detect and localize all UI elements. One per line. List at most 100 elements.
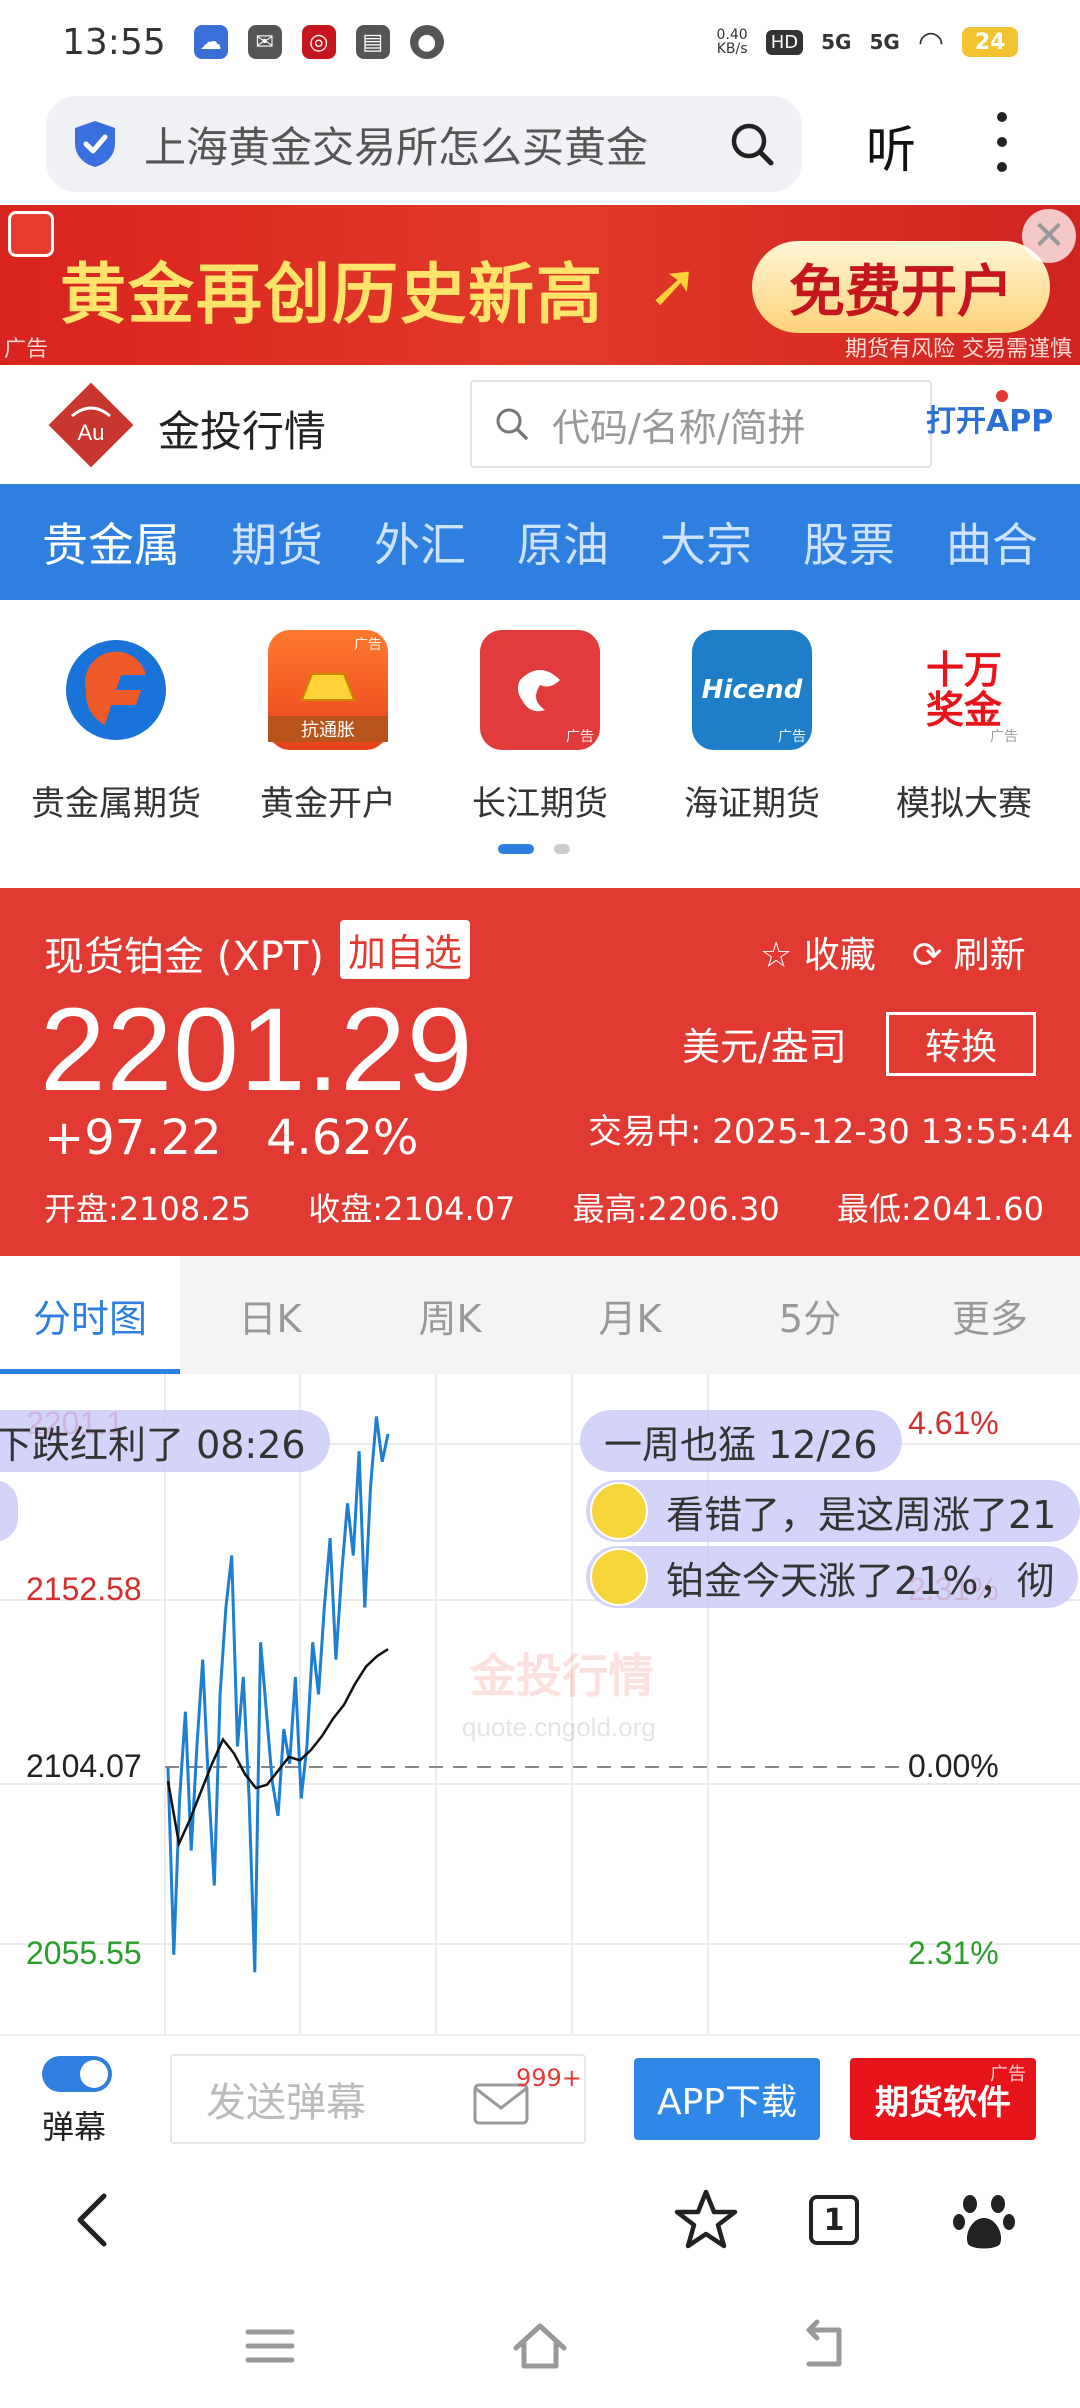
search-icon [496,408,528,440]
category-tab[interactable]: 曲合 [946,509,1038,575]
category-tab[interactable]: 原油 [517,509,609,575]
y-axis-pct-label: 2.31% [908,1935,999,1971]
open-app-button[interactable]: 打开APP [926,396,1053,440]
trading-status: 交易中: 2025-12-30 13:55:44 [588,1112,1074,1152]
bank-icon: ◎ [301,25,336,59]
hicend-icon: Hicend 广告 [692,630,812,750]
y-axis-pct-label: 0.00% [908,1748,999,1784]
shortcut-simulation-contest[interactable]: 十万奖金 广告 模拟大赛 [859,630,1069,830]
add-watchlist-button[interactable]: 加自选 [340,920,471,979]
precious-metal-futures-icon: 广告 [56,630,176,750]
tabs-button[interactable]: 1 [800,2186,868,2254]
watermark: 金投行情 [469,1649,654,1703]
svg-text:Au: Au [78,420,105,445]
dragon-icon: 广告 [480,630,600,750]
chart-tabs: 分时图 日K 周K 月K 5分 更多 [0,1256,1080,1374]
ad-cta-button[interactable]: 免费开户 [752,241,1050,333]
price-change-percent: 4.62% [266,1110,419,1166]
quote-card: 现货铂金 (XPT) 加自选 ☆ 收藏 ⟳ 刷新 2201.29 美元/盎司 转… [0,888,1080,1256]
browser-address-bar: 上海黄金交易所怎么买黄金 听 [0,92,1080,198]
search-icon[interactable] [728,120,776,168]
chart-tab[interactable]: 日K [180,1256,360,1374]
back-gesture-icon[interactable] [795,2316,855,2376]
refresh-button[interactable]: ⟳ 刷新 [912,926,1026,978]
baidu-paw-icon[interactable] [950,2186,1018,2254]
intraday-chart[interactable]: 金投行情quote.cngold.org2201.12152.582104.07… [0,1374,1080,2034]
search-placeholder: 代码/名称/简拼 [552,405,806,450]
notification-dot [996,390,1008,402]
ohlc-row: 开盘:2108.25 收盘:2104.07 最高:2206.30 最低:2041… [44,1184,1044,1230]
category-tab[interactable]: 外汇 [374,509,466,575]
avatar [590,1548,648,1606]
chart-tab[interactable]: 月K [540,1256,720,1374]
category-tab[interactable]: 大宗 [660,509,752,575]
high-price: 最高:2206.30 [572,1190,780,1228]
back-icon[interactable] [60,2186,128,2254]
switch-unit-button[interactable]: 转换 [886,1012,1036,1076]
wifi-icon: ◠ [917,24,944,60]
last-price: 2201.29 [40,984,474,1116]
bookmark-star-icon[interactable] [672,2186,740,2254]
menu-icon[interactable] [240,2316,300,2376]
wallet-icon: ▤ [355,25,390,59]
ad-logo-icon [8,211,54,257]
site-logo[interactable]: Au [44,378,138,472]
category-tab[interactable]: 贵金属 [42,509,180,575]
browser-toolbar: 1 [0,2156,1080,2284]
shortcut-haizheng-futures[interactable]: Hicend 广告 海证期货 [647,630,857,830]
hd-icon: HD [765,29,804,55]
close-icon[interactable]: ✕ [1022,209,1076,263]
prize-icon: 十万奖金 广告 [904,630,1024,750]
danmu-bubble: 一周也猛 12/26 [580,1410,902,1472]
danmu-bubble: 下跌红利了 08:26 [0,1410,330,1472]
danmu-bubble: 铂金今天涨了21%，彻 [586,1546,1079,1608]
shortcut-precious-metal-futures[interactable]: 广告 贵金属期货 [11,630,221,830]
y-axis-label: 2152.58 [26,1571,142,1607]
quote-search-input[interactable]: 代码/名称/简拼 [470,380,932,468]
category-tab[interactable]: 期货 [231,509,323,575]
chart-tab[interactable]: 周K [360,1256,540,1374]
chart-tab[interactable]: 5分 [720,1256,900,1374]
notification-icons: ☁ ✉ ◎ ▤ ● [193,25,444,59]
open-price: 开盘:2108.25 [44,1190,252,1228]
ad-risk-notice: 期货有风险 交易需谨慎 [845,337,1072,362]
baidu-icon: ☁ [193,25,228,59]
arrow-up-icon: ➚ [648,251,699,321]
wechat-icon: ✉ [247,25,282,59]
danmu-bubble: 看错了，是这周涨了21 [586,1480,1080,1542]
low-price: 最低:2041.60 [836,1190,1044,1228]
message-badge: 999+ [516,2064,582,2092]
shortcut-changjiang-futures[interactable]: 广告 长江期货 [435,630,645,830]
category-tab[interactable]: 股票 [803,509,895,575]
price-unit: 美元/盎司 [682,1025,847,1069]
net-speed: 0.40 KB/s [716,27,748,57]
danmu-toggle[interactable] [42,2056,112,2092]
ad-tag: 广告 [4,337,49,362]
danmu-toggle-label: 弹幕 [42,2108,107,2146]
app-download-button[interactable]: APP下载 [634,2058,820,2140]
clock: 13:55 [62,21,166,63]
instrument-name: 现货铂金 (XPT) [44,934,324,980]
category-nav: 贵金属 期货 外汇 原油 大宗 股票 曲合 [0,484,1080,600]
chart-canvas: 金投行情quote.cngold.org2201.12152.582104.07… [0,1374,1080,2034]
ad-banner[interactable]: 黄金再创历史新高 ➚ 免费开户 广告 期货有风险 交易需谨慎 ✕ [0,205,1080,365]
listen-button[interactable]: 听 [866,110,916,182]
chart-tab[interactable]: 更多 [900,1256,1080,1374]
collect-button[interactable]: ☆ 收藏 [760,926,876,978]
price-change: +97.22 [44,1110,222,1166]
page-indicator [498,844,570,854]
search-input[interactable]: 上海黄金交易所怎么买黄金 [46,96,802,192]
ad-headline: 黄金再创历史新高 [60,256,604,333]
tab-count: 1 [809,2195,859,2245]
signal-icon: 5G [821,30,852,54]
chart-tab[interactable]: 分时图 [0,1256,180,1374]
danmu-action-bar: 弹幕 发送弹幕 999+ APP下载 期货软件 广告 [0,2034,1080,2154]
shortcut-gold-account[interactable]: 抗通胀 广告 黄金开户 [223,630,433,830]
more-menu-icon[interactable] [996,112,1008,172]
home-icon[interactable] [510,2316,570,2376]
message-icon: ● [409,25,444,59]
battery-icon: 24 [962,27,1018,57]
watermark-url: quote.cngold.org [462,1712,656,1742]
search-query: 上海黄金交易所怎么买黄金 [144,122,649,172]
shortcut-grid: 广告 贵金属期货 抗通胀 广告 黄金开户 广告 长江期货 Hicend 广告 海… [0,630,1080,830]
